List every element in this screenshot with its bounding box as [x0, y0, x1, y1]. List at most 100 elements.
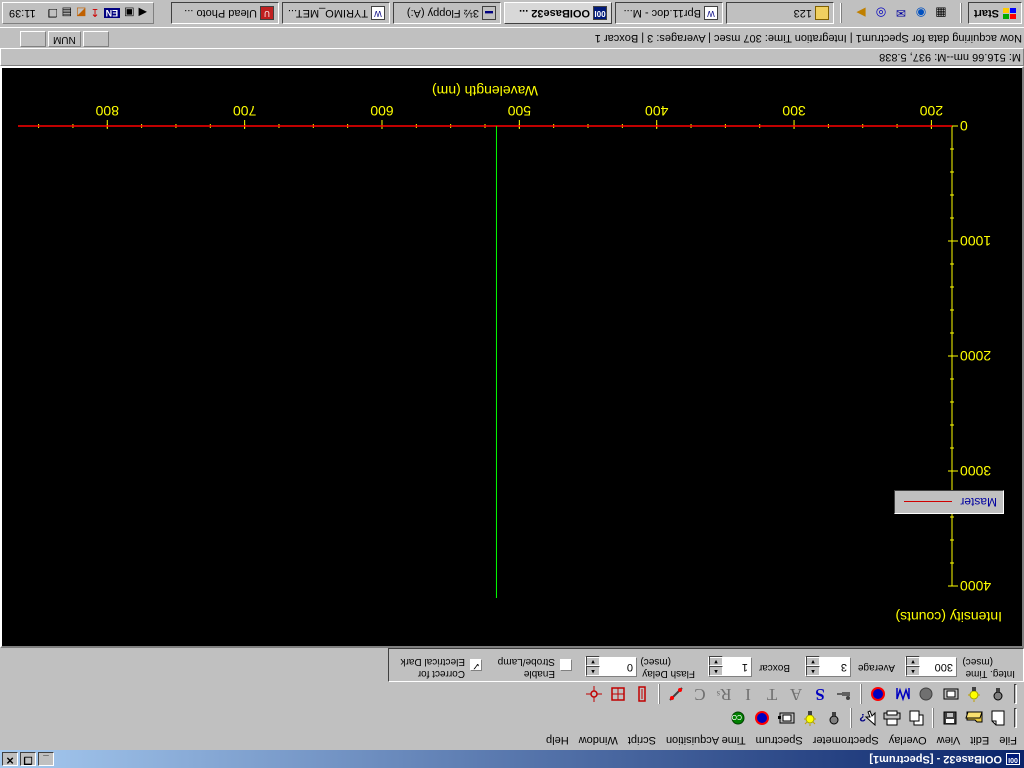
open-folder-icon[interactable]: [963, 707, 985, 729]
irradiance-mode-button[interactable]: I: [737, 683, 759, 705]
absorbance-letter: A: [789, 685, 803, 704]
integ-time-value[interactable]: 300: [920, 658, 956, 676]
menu-script[interactable]: Script: [623, 734, 661, 746]
menu-overlay[interactable]: Overlay: [884, 734, 932, 746]
task-word-tyrimo[interactable]: W TYRIMO_MET...: [282, 2, 390, 25]
spin-up-icon[interactable]: ▲: [806, 666, 820, 676]
spin-down-icon[interactable]: ▼: [709, 656, 723, 666]
menu-time-acquisition[interactable]: Time Acquisition: [661, 734, 751, 746]
menu-spectrum[interactable]: Spectrum: [751, 734, 808, 746]
menu-view[interactable]: View: [932, 734, 966, 746]
spectrum-plot[interactable]: 0 1000 2000 3000 4000 200 300 400 500 600 700 800 Wa…: [0, 66, 1024, 648]
status-panel-blank: [82, 31, 109, 47]
transmission-mode-button[interactable]: T: [761, 683, 783, 705]
network-icon[interactable]: ▣: [124, 7, 134, 20]
browser-icon[interactable]: ◉: [912, 5, 930, 23]
status-bar: Now acquiring data for Spectrum1 | Integ…: [0, 28, 1024, 48]
minimize-button[interactable]: _: [38, 752, 54, 766]
integ-time-stepper[interactable]: 300 ▲ ▼: [905, 656, 957, 677]
spin-down-icon[interactable]: ▼: [586, 656, 600, 666]
record-icon[interactable]: [915, 683, 937, 705]
task-label: TYRIMO_MET...: [287, 7, 368, 20]
spectrum-chart[interactable]: 0 1000 2000 3000 4000 200 300 400 500 600 700 800 Wa…: [2, 68, 1022, 646]
crosshair-icon[interactable]: [583, 683, 605, 705]
new-file-icon[interactable]: [987, 707, 1009, 729]
spin-down-icon[interactable]: ▼: [806, 656, 820, 666]
outlook-icon[interactable]: ✉: [892, 5, 910, 23]
menu-file[interactable]: File: [994, 734, 1022, 746]
lamp-off-icon[interactable]: [823, 707, 845, 729]
word-icon: W: [704, 6, 718, 21]
context-help-icon[interactable]: ?: [857, 707, 879, 729]
toolbar-grip[interactable]: [1014, 708, 1017, 728]
thermometer-icon[interactable]: ↥: [90, 7, 99, 20]
snapshot-icon[interactable]: [775, 707, 797, 729]
desktop-icon[interactable]: ▦: [932, 5, 950, 23]
flash-delay-stepper[interactable]: 0 ▲ ▼: [585, 656, 637, 677]
reference-spectrum-icon[interactable]: [963, 683, 985, 705]
boxcar-stepper[interactable]: 1 ▲ ▼: [708, 656, 752, 677]
x-tick-label: 700: [233, 103, 257, 119]
spin-up-icon[interactable]: ▲: [709, 666, 723, 676]
transmission-letter: T: [766, 685, 778, 704]
color-mode-button[interactable]: C: [689, 683, 711, 705]
spin-up-icon[interactable]: ▲: [906, 666, 920, 676]
average-stepper[interactable]: 3 ▲ ▼: [805, 656, 851, 677]
eye-icon[interactable]: ◎: [872, 5, 890, 23]
boxcar-value[interactable]: 1: [723, 658, 751, 676]
x-tick-label: 800: [95, 103, 119, 119]
media-player-icon[interactable]: ▶: [852, 5, 870, 23]
save-icon[interactable]: [939, 707, 961, 729]
tray-window-icon[interactable]: ❐: [48, 7, 58, 20]
strobe-lamp-checkbox[interactable]: [560, 659, 572, 671]
copy-icon[interactable]: [905, 707, 927, 729]
scope-mode-button[interactable]: S: [809, 683, 831, 705]
tray-monitor-icon[interactable]: ▤: [62, 7, 72, 20]
spin-up-icon[interactable]: ▲: [586, 666, 600, 676]
start-button[interactable]: Start: [968, 2, 1022, 25]
integ-time-unit: (msec): [962, 656, 993, 667]
wave-mode-icon[interactable]: [891, 683, 913, 705]
scope-mode-icon[interactable]: [751, 707, 773, 729]
absorbance-mode-button[interactable]: A: [785, 683, 807, 705]
language-indicator[interactable]: EN: [103, 8, 121, 18]
window-title: OOIBase32 - [Spectrum1]: [869, 753, 1002, 765]
title-bar[interactable]: 00I OOIBase32 - [Spectrum1] _ ❐ ✕: [0, 750, 1024, 768]
cursor-readout: M: 516.66 nm--M: 937, 5.838: [879, 51, 1021, 63]
close-button[interactable]: ✕: [2, 752, 18, 766]
average-value[interactable]: 3: [820, 658, 850, 676]
speaker-icon[interactable]: ◀: [139, 7, 147, 20]
peak-pick-icon[interactable]: [665, 683, 687, 705]
x-tick-label: 400: [645, 103, 669, 119]
probe-icon[interactable]: [833, 683, 855, 705]
boxcar-label: Boxcar: [758, 662, 790, 673]
overlay-color-icon[interactable]: [867, 683, 889, 705]
store-snapshot-icon[interactable]: [939, 683, 961, 705]
strobe-enable-label: Enable: [523, 668, 555, 679]
menu-window[interactable]: Window: [574, 734, 623, 746]
integ-time-label: Integ. Time: [965, 668, 1015, 679]
flash-delay-value[interactable]: 0: [600, 658, 636, 676]
print-icon[interactable]: [881, 707, 903, 729]
zoom-box-icon[interactable]: [607, 683, 629, 705]
lamp-on-icon[interactable]: [799, 707, 821, 729]
toolbar-grip[interactable]: [1014, 684, 1017, 704]
task-folder-123[interactable]: 123: [726, 2, 834, 25]
task-label: Bpr11.doc - M...: [623, 7, 701, 20]
color-cd-icon[interactable]: CO: [727, 707, 749, 729]
task-ooibase32[interactable]: 00I OOIBase32 ...: [504, 2, 612, 25]
correct-dark-checkbox[interactable]: ✓: [470, 659, 482, 671]
task-word-bpr[interactable]: W Bpr11.doc - M...: [615, 2, 723, 25]
scale-y-icon[interactable]: [631, 683, 653, 705]
dark-spectrum-icon[interactable]: [987, 683, 1009, 705]
menu-edit[interactable]: Edit: [965, 734, 994, 746]
restore-button[interactable]: ❐: [20, 752, 36, 766]
menu-spectrometer[interactable]: Spectrometer: [808, 734, 884, 746]
spin-down-icon[interactable]: ▼: [906, 656, 920, 666]
reflection-mode-button[interactable]: Rs: [713, 683, 735, 705]
task-floppy[interactable]: ▬ 3½ Floppy (A:): [393, 2, 501, 25]
folder-icon: [815, 6, 829, 21]
menu-help[interactable]: Help: [541, 734, 574, 746]
tray-app-icon[interactable]: ◩: [76, 7, 86, 20]
task-ulead-photo[interactable]: U Ulead Photo ...: [171, 2, 279, 25]
